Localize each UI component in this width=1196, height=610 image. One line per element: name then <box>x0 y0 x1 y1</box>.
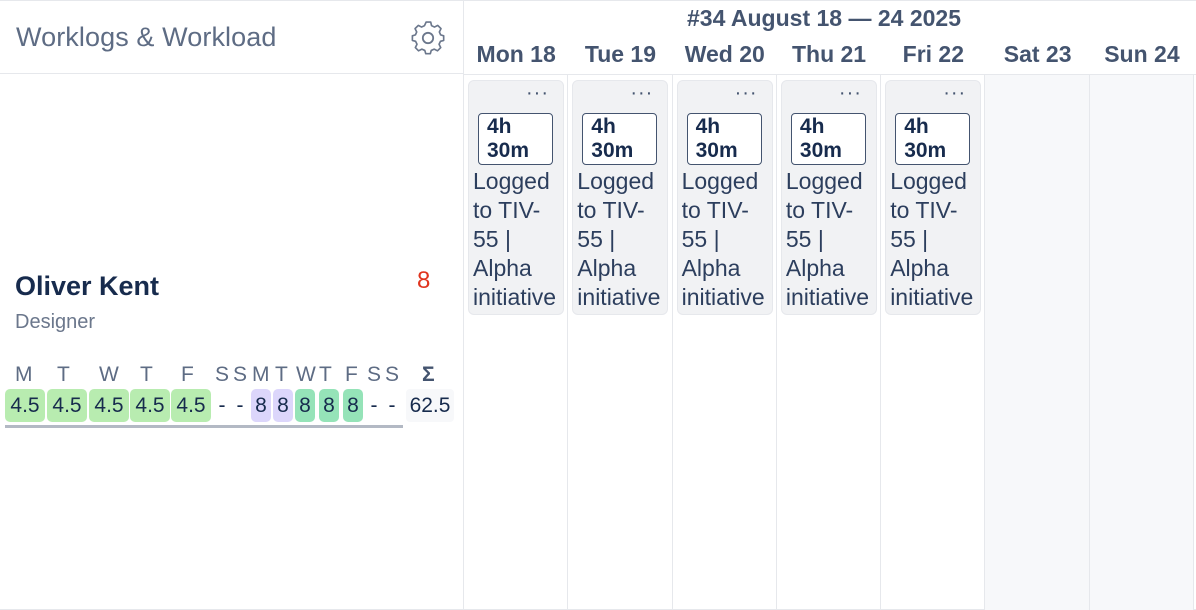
app-title: Worklogs & Workload <box>16 22 277 52</box>
day-column[interactable]: ··· 4h 30m Logged to TIV-55 | Alpha initia… <box>568 75 673 610</box>
worklog-card[interactable]: ··· 4h 30m Logged to TIV-55 | Alpha initia… <box>468 80 564 315</box>
day-headers: Mon 18 Tue 19 Wed 20 Thu 21 Fri 22 Sat 23 Sun … <box>464 41 1194 74</box>
gear-icon[interactable] <box>408 18 448 58</box>
day-columns: ··· 4h 30m Logged to TIV-55 | Alpha initia… <box>464 75 1195 610</box>
worklog-duration[interactable]: 4h 30m <box>582 113 658 165</box>
worklog-card[interactable]: ··· 4h 30m Logged to TIV-55 | Alpha initia… <box>780 80 877 315</box>
worklog-description: Logged to TIV-55 | Alpha initiative <box>473 168 557 310</box>
day-column[interactable]: ··· 4h 30m Logged to TIV-55 | Alpha initia… <box>777 75 882 610</box>
day-column[interactable]: ··· 4h 30m Logged to TIV-55 | Alpha initia… <box>881 75 986 610</box>
more-options-icon[interactable]: ··· <box>526 83 549 103</box>
worklog-card[interactable]: ··· 4h 30m Logged to TIV-55 | Alpha initia… <box>885 80 982 315</box>
workload-cell: 8 <box>343 389 363 422</box>
day-header: Tue 19 <box>584 41 657 67</box>
worklog-duration[interactable]: 4h 30m <box>478 113 553 165</box>
workload-day-letter: W <box>296 363 316 386</box>
worklog-duration[interactable]: 4h 30m <box>895 113 971 165</box>
more-options-icon[interactable]: ··· <box>735 83 758 103</box>
workload-day-letter: T <box>57 363 70 386</box>
worklog-description: Logged to TIV-55 | Alpha initiative <box>577 168 661 310</box>
workload-day-letter: F <box>181 363 194 386</box>
workload-total: 62.5 <box>406 389 454 422</box>
day-header: Fri 22 <box>902 41 965 67</box>
day-header: Mon 18 <box>476 41 556 67</box>
week-title-text: #34 August 18 — 24 2025 <box>686 5 961 31</box>
day-column[interactable] <box>1089 75 1195 610</box>
worklogs-panel: Worklogs & Workload Oliver Kent Designer… <box>0 0 1196 610</box>
worklog-description: Logged to TIV-55 | Alpha initiative <box>890 168 974 310</box>
workload-day-letter: W <box>99 363 119 386</box>
workload-cell: 4.5 <box>89 389 129 422</box>
worklog-description: Logged to TIV-55 | Alpha initiative <box>785 168 869 310</box>
workload-cell: 4.5 <box>47 389 87 422</box>
workload-cell: - <box>370 394 378 417</box>
worklog-card[interactable]: ··· 4h 30m Logged to TIV-55 | Alpha initia… <box>572 80 669 315</box>
workload-cell: - <box>388 394 396 417</box>
more-options-icon[interactable]: ··· <box>630 83 653 103</box>
workload-progress-line <box>5 425 403 428</box>
workload-day-letter: T <box>275 363 288 386</box>
week-title: #34 August 18 — 24 2025 <box>464 5 1196 32</box>
worklog-duration[interactable]: 4h 30m <box>686 113 762 165</box>
workload-day-letter: T <box>319 363 332 386</box>
person-role: Designer <box>15 311 96 333</box>
day-header: Sat 23 <box>1003 41 1072 67</box>
worklog-card[interactable]: ··· 4h 30m Logged to TIV-55 | Alpha initia… <box>676 80 773 315</box>
sigma-icon: Σ <box>422 363 435 386</box>
day-header: Thu 21 <box>791 41 867 67</box>
workload-cell: 8 <box>251 389 271 422</box>
workload-day-letter: M <box>15 363 33 386</box>
workload-cell: - <box>236 394 244 417</box>
issue-count-badge: 8 <box>417 267 431 294</box>
workload-day-letter: M <box>252 363 270 386</box>
day-header: Sun 24 <box>1104 41 1180 67</box>
workload-cell: 8 <box>319 389 339 422</box>
more-options-icon[interactable]: ··· <box>943 83 966 103</box>
person-name: Oliver Kent <box>15 271 160 301</box>
day-column[interactable]: ··· 4h 30m Logged to TIV-55 | Alpha initia… <box>673 75 777 610</box>
workload-cell: - <box>218 394 226 417</box>
workload-day-letter: S <box>367 363 382 386</box>
day-column[interactable] <box>985 75 1090 610</box>
more-options-icon[interactable]: ··· <box>839 83 862 103</box>
workload-day-letter: T <box>140 363 153 386</box>
workload-cell: 4.5 <box>5 389 45 422</box>
worklog-duration[interactable]: 4h 30m <box>790 113 866 165</box>
panel-header: Worklogs & Workload <box>0 1 463 74</box>
workload-cell: 8 <box>273 389 293 422</box>
workload-cell: 4.5 <box>171 389 211 422</box>
worklog-description: Logged to TIV-55 | Alpha initiative <box>681 168 765 310</box>
workload-cell: 8 <box>295 389 315 422</box>
day-header: Wed 20 <box>684 41 765 67</box>
workload-day-letter: S <box>233 363 248 386</box>
workload-day-letter: S <box>385 363 400 386</box>
workload-cell: 4.5 <box>130 389 170 422</box>
workload-day-letter: F <box>345 363 358 386</box>
day-column[interactable]: ··· 4h 30m Logged to TIV-55 | Alpha initia… <box>464 75 569 610</box>
workload-day-letter: S <box>215 363 230 386</box>
